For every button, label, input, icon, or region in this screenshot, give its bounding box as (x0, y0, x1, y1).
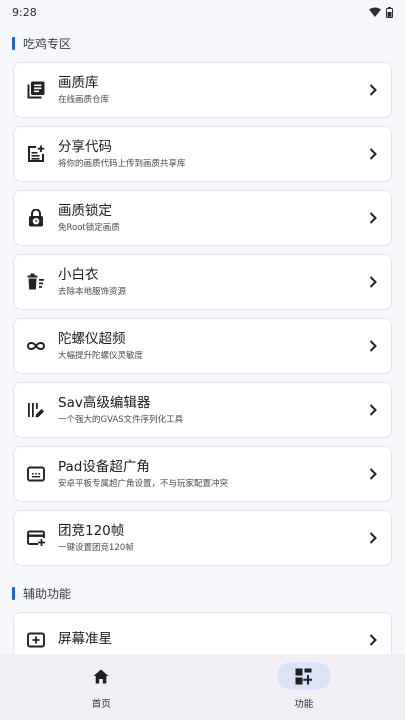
crosshair-box-icon (26, 630, 46, 650)
card-title: Pad设备超广角 (58, 459, 150, 475)
chevron-right-icon (367, 340, 379, 352)
post-add-icon (26, 144, 46, 164)
delete-sweep-icon (26, 272, 46, 292)
card-quality-library[interactable]: 画质库 在线画质仓库 (13, 62, 392, 118)
chevron-right-icon (367, 468, 379, 480)
chevron-right-icon (367, 404, 379, 416)
card-subtitle: 安卓平板专属超广角设置，不与玩家配置冲突 (58, 479, 229, 489)
wifi-icon (369, 7, 381, 17)
chevron-right-icon (367, 532, 379, 544)
dashboard-add-icon (276, 662, 331, 690)
feature-list[interactable]: 吃鸡专区 画质库 在线画质仓库 分享代码 将你的画质代码上传到画质共享库 画质锁… (0, 24, 405, 654)
chevron-right-icon (367, 84, 379, 96)
card-subtitle: 在线画质仓库 (58, 95, 110, 105)
card-pad-wide-angle[interactable]: Pad设备超广角 安卓平板专属超广角设置，不与玩家配置冲突 (13, 446, 392, 502)
chevron-right-icon (367, 212, 379, 224)
add-card-icon (26, 528, 46, 548)
infinity-icon (26, 336, 46, 356)
battery-icon (386, 6, 393, 18)
section-accent-bar (12, 586, 15, 600)
card-title: 分享代码 (58, 139, 112, 155)
section-accent-bar (12, 36, 15, 50)
card-quality-lock[interactable]: 画质锁定 免Root锁定画质 (13, 190, 392, 246)
lock-clock-icon (26, 208, 46, 228)
chevron-right-icon (367, 634, 379, 646)
card-title: Sav高级编辑器 (58, 395, 151, 411)
card-title: 小白衣 (58, 267, 99, 283)
status-time: 9:28 (12, 5, 37, 19)
card-white-outfit[interactable]: 小白衣 去除本地服饰资源 (13, 254, 392, 310)
nav-label: 功能 (294, 699, 314, 710)
card-title: 团竞120帧 (58, 523, 125, 539)
bottom-navigation: 首页 功能 (0, 654, 405, 720)
card-subtitle: 一键设置团竞120帧 (58, 543, 134, 553)
card-subtitle: 大幅提升陀螺仪灵敏度 (58, 351, 144, 361)
card-subtitle: 将你的画质代码上传到画质共享库 (58, 159, 186, 169)
status-icons (369, 6, 393, 18)
card-tdm-120fps[interactable]: 团竞120帧 一键设置团竞120帧 (13, 510, 392, 566)
chevron-right-icon (367, 276, 379, 288)
nav-label: 首页 (91, 699, 111, 710)
chevron-right-icon (367, 148, 379, 160)
card-gyro-overclock[interactable]: 陀螺仪超频 大幅提升陀螺仪灵敏度 (13, 318, 392, 374)
card-subtitle: 免Root锁定画质 (58, 223, 120, 233)
status-bar: 9:28 (0, 0, 405, 24)
screen-ratio-icon (26, 464, 46, 484)
card-title: 画质库 (58, 75, 99, 91)
section-title: 辅助功能 (23, 586, 72, 601)
card-subtitle: 去除本地服饰资源 (58, 287, 127, 297)
library-icon (26, 80, 46, 100)
card-title: 屏幕准星 (58, 630, 112, 647)
section-header-assist: 辅助功能 (0, 574, 405, 612)
nav-item-home[interactable]: 首页 (0, 654, 203, 720)
card-screen-crosshair[interactable]: 屏幕准星 (13, 612, 392, 654)
section-title: 吃鸡专区 (23, 36, 72, 51)
card-subtitle: 一个强大的GVAS文件序列化工具 (58, 415, 184, 425)
section-header-pubg: 吃鸡专区 (0, 24, 405, 62)
card-sav-editor[interactable]: Sav高级编辑器 一个强大的GVAS文件序列化工具 (13, 382, 392, 438)
edit-attributes-icon (26, 400, 46, 420)
card-share-code[interactable]: 分享代码 将你的画质代码上传到画质共享库 (13, 126, 392, 182)
nav-item-features[interactable]: 功能 (203, 654, 405, 720)
home-icon (74, 662, 128, 690)
card-title: 陀螺仪超频 (58, 331, 126, 347)
card-title: 画质锁定 (58, 203, 112, 219)
